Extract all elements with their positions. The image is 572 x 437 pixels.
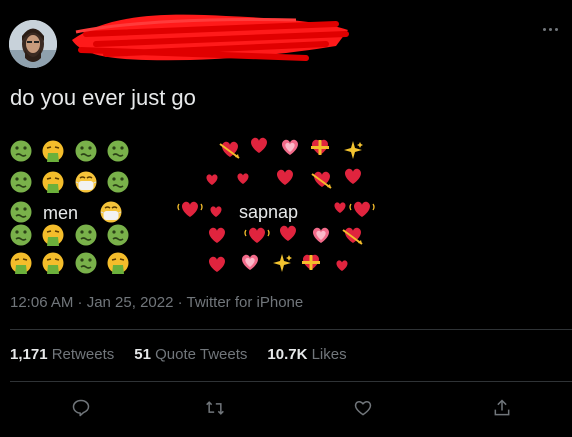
emoji-art: men sapnap [0, 132, 572, 282]
more-dots-icon [542, 27, 546, 31]
reply-icon [72, 399, 90, 417]
retweet-button[interactable] [200, 393, 230, 423]
retweets-label: Retweets [51, 346, 115, 363]
share-icon [494, 399, 510, 416]
quotes-stat[interactable]: 51 Quote Tweets [134, 346, 247, 363]
tweet-timestamp[interactable]: 12:06 AM · Jan 25, 2022 · Twitter for iP… [10, 294, 303, 311]
reply-button[interactable] [66, 393, 96, 423]
tweet-stats: 1,171 Retweets 51 Quote Tweets 10.7K Lik… [10, 346, 347, 363]
more-dot [548, 27, 552, 31]
quotes-count: 51 [134, 346, 151, 363]
like-button[interactable] [348, 393, 378, 423]
retweets-count: 1,171 [10, 346, 48, 363]
redacted-username [66, 10, 356, 65]
quotes-label: Quote Tweets [155, 346, 248, 363]
more-dot [554, 27, 558, 31]
likes-count: 10.7K [267, 346, 308, 363]
avatar-image [9, 20, 57, 68]
avatar[interactable] [9, 20, 57, 68]
share-button[interactable] [487, 393, 517, 423]
divider [10, 329, 572, 330]
tweet-text: do you ever just go [10, 85, 196, 110]
likes-label: Likes [311, 346, 347, 363]
emoji-right-label: sapnap [239, 202, 298, 222]
retweets-stat[interactable]: 1,171 Retweets [10, 346, 114, 363]
tweet-actions [0, 393, 572, 423]
heart-icon [354, 401, 372, 416]
divider [10, 381, 572, 382]
more-options-button[interactable] [538, 20, 562, 38]
retweet-icon [206, 401, 224, 415]
likes-stat[interactable]: 10.7K Likes [267, 346, 346, 363]
emoji-left-label: men [43, 203, 78, 223]
